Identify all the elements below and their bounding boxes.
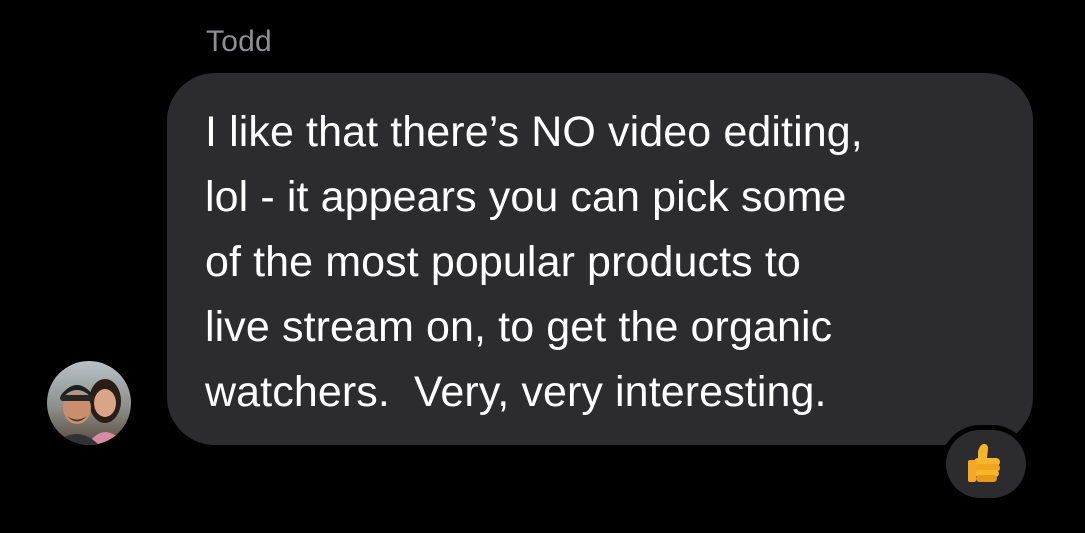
reaction-badge[interactable] xyxy=(941,425,1031,503)
message-line: lol - it appears you can pick some xyxy=(205,173,847,221)
avatar-photo xyxy=(53,379,125,445)
avatar[interactable] xyxy=(47,361,131,445)
sender-name: Todd xyxy=(206,25,272,58)
message-bubble[interactable]: I like that there’s NO video editing, lo… xyxy=(167,73,1033,445)
message-line: of the most popular products to xyxy=(205,238,801,286)
reaction-pill xyxy=(946,430,1026,498)
message-line: live stream on, to get the organic xyxy=(205,303,833,351)
thumbs-up-icon xyxy=(968,443,1000,482)
message-line: I like that there’s NO video editing, xyxy=(205,108,863,156)
message-line: watchers. Very, very interesting. xyxy=(205,368,827,416)
